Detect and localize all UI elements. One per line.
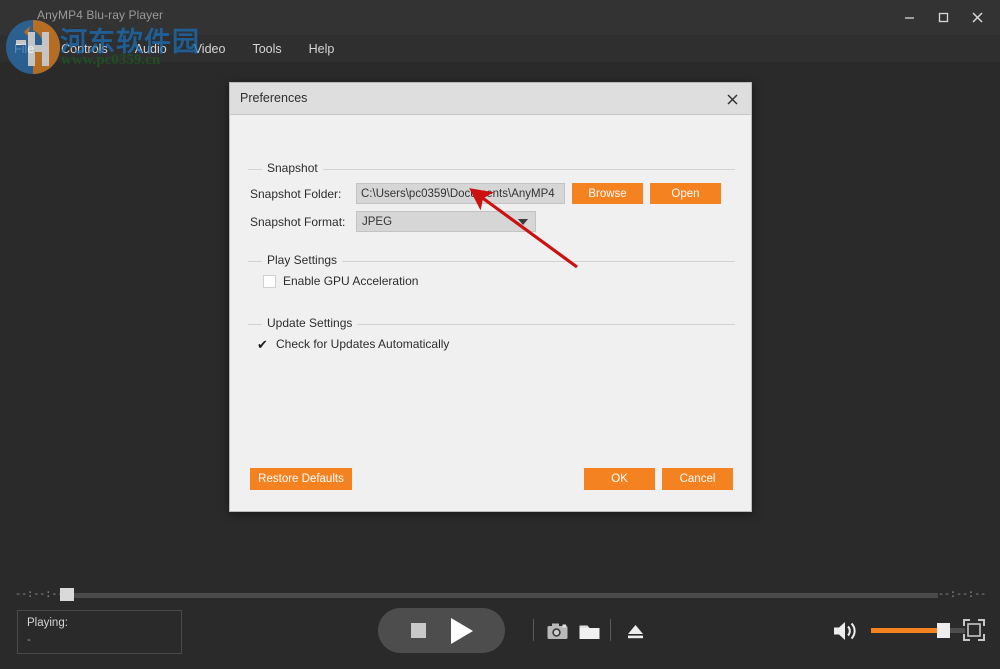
seek-row: --:--:-- --:--:--	[0, 585, 1000, 605]
stop-button[interactable]	[410, 623, 426, 638]
preferences-dialog: Preferences Snapshot Snapshot Folder: C:…	[229, 82, 752, 512]
volume-slider-thumb[interactable]	[937, 623, 950, 638]
snapshot-folder-input[interactable]: C:\Users\pc0359\Documents\AnyMP4	[356, 183, 565, 204]
snapshot-folder-label: Snapshot Folder:	[250, 186, 342, 201]
ok-button[interactable]: OK	[584, 468, 655, 490]
row-snapshot-folder: Snapshot Folder: C:\Users\pc0359\Documen…	[250, 183, 721, 204]
elapsed-time: --:--:--	[15, 588, 64, 600]
divider-right	[610, 619, 611, 641]
now-playing-value: -	[27, 634, 31, 646]
menu-item-controls[interactable]: Controls	[61, 39, 108, 59]
dialog-close-icon[interactable]	[719, 87, 745, 111]
eject-button[interactable]	[623, 620, 647, 642]
restore-defaults-button[interactable]: Restore Defaults	[250, 468, 352, 490]
minimize-button[interactable]	[892, 0, 926, 35]
app-title: AnyMP4 Blu-ray Player	[37, 8, 164, 22]
divider-left	[533, 619, 534, 641]
auto-update-label: Check for Updates Automatically	[276, 337, 450, 351]
chevron-down-icon	[518, 218, 528, 225]
checkbox-row-auto-update[interactable]: ✔ Check for Updates Automatically	[256, 337, 449, 351]
now-playing-label: Playing:	[27, 617, 68, 629]
window-titlebar: AnyMP4 Blu-ray Player	[0, 0, 1000, 35]
open-folder-button[interactable]	[578, 620, 602, 642]
volume-speaker-icon[interactable]	[833, 620, 863, 647]
volume-slider-fill[interactable]	[871, 628, 943, 633]
seek-slider-thumb[interactable]	[60, 588, 74, 601]
snapshot-format-select[interactable]: JPEG	[356, 211, 536, 232]
total-time: --:--:--	[937, 588, 986, 600]
snapshot-camera-button[interactable]	[546, 620, 570, 642]
dialog-body: Snapshot Snapshot Folder: C:\Users\pc035…	[230, 115, 751, 512]
group-label-play-settings: Play Settings	[262, 253, 343, 267]
menu-item-tools[interactable]: Tools	[252, 39, 281, 59]
snapshot-format-value: JPEG	[362, 215, 393, 228]
menu-item-help[interactable]: Help	[309, 39, 335, 59]
checkbox-row-gpu[interactable]: Enable GPU Acceleration	[263, 274, 418, 288]
now-playing-box: Playing: -	[17, 610, 182, 654]
menu-item-video[interactable]: Video	[194, 39, 226, 59]
seek-slider-track[interactable]	[62, 593, 938, 598]
fullscreen-button[interactable]	[962, 618, 986, 642]
volume-control	[833, 618, 983, 644]
menu-item-audio[interactable]: Audio	[135, 39, 167, 59]
transport-controls	[378, 608, 505, 653]
snapshot-format-label: Snapshot Format:	[250, 214, 346, 229]
play-button[interactable]	[450, 617, 473, 644]
browse-button[interactable]: Browse	[572, 183, 643, 204]
dialog-footer: Restore Defaults OK Cancel	[230, 456, 751, 512]
dialog-titlebar: Preferences	[230, 83, 751, 115]
window-controls	[892, 0, 994, 35]
auto-update-checkbox[interactable]: ✔	[256, 338, 269, 351]
application-window: AnyMP4 Blu-ray Player File Controls Audi…	[0, 0, 1000, 669]
menu-item-file[interactable]: File	[14, 39, 34, 59]
cancel-button[interactable]: Cancel	[662, 468, 733, 490]
row-snapshot-format: Snapshot Format: JPEG	[250, 211, 536, 232]
gpu-acceleration-label: Enable GPU Acceleration	[283, 274, 419, 288]
open-button[interactable]: Open	[650, 183, 721, 204]
menu-bar: File Controls Audio Video Tools Help	[0, 35, 1000, 62]
gpu-acceleration-checkbox[interactable]	[263, 274, 276, 288]
close-button[interactable]	[960, 0, 994, 35]
group-label-update-settings: Update Settings	[262, 316, 358, 330]
dialog-title: Preferences	[240, 91, 308, 105]
group-label-snapshot: Snapshot	[262, 161, 323, 175]
maximize-button[interactable]	[926, 0, 960, 35]
